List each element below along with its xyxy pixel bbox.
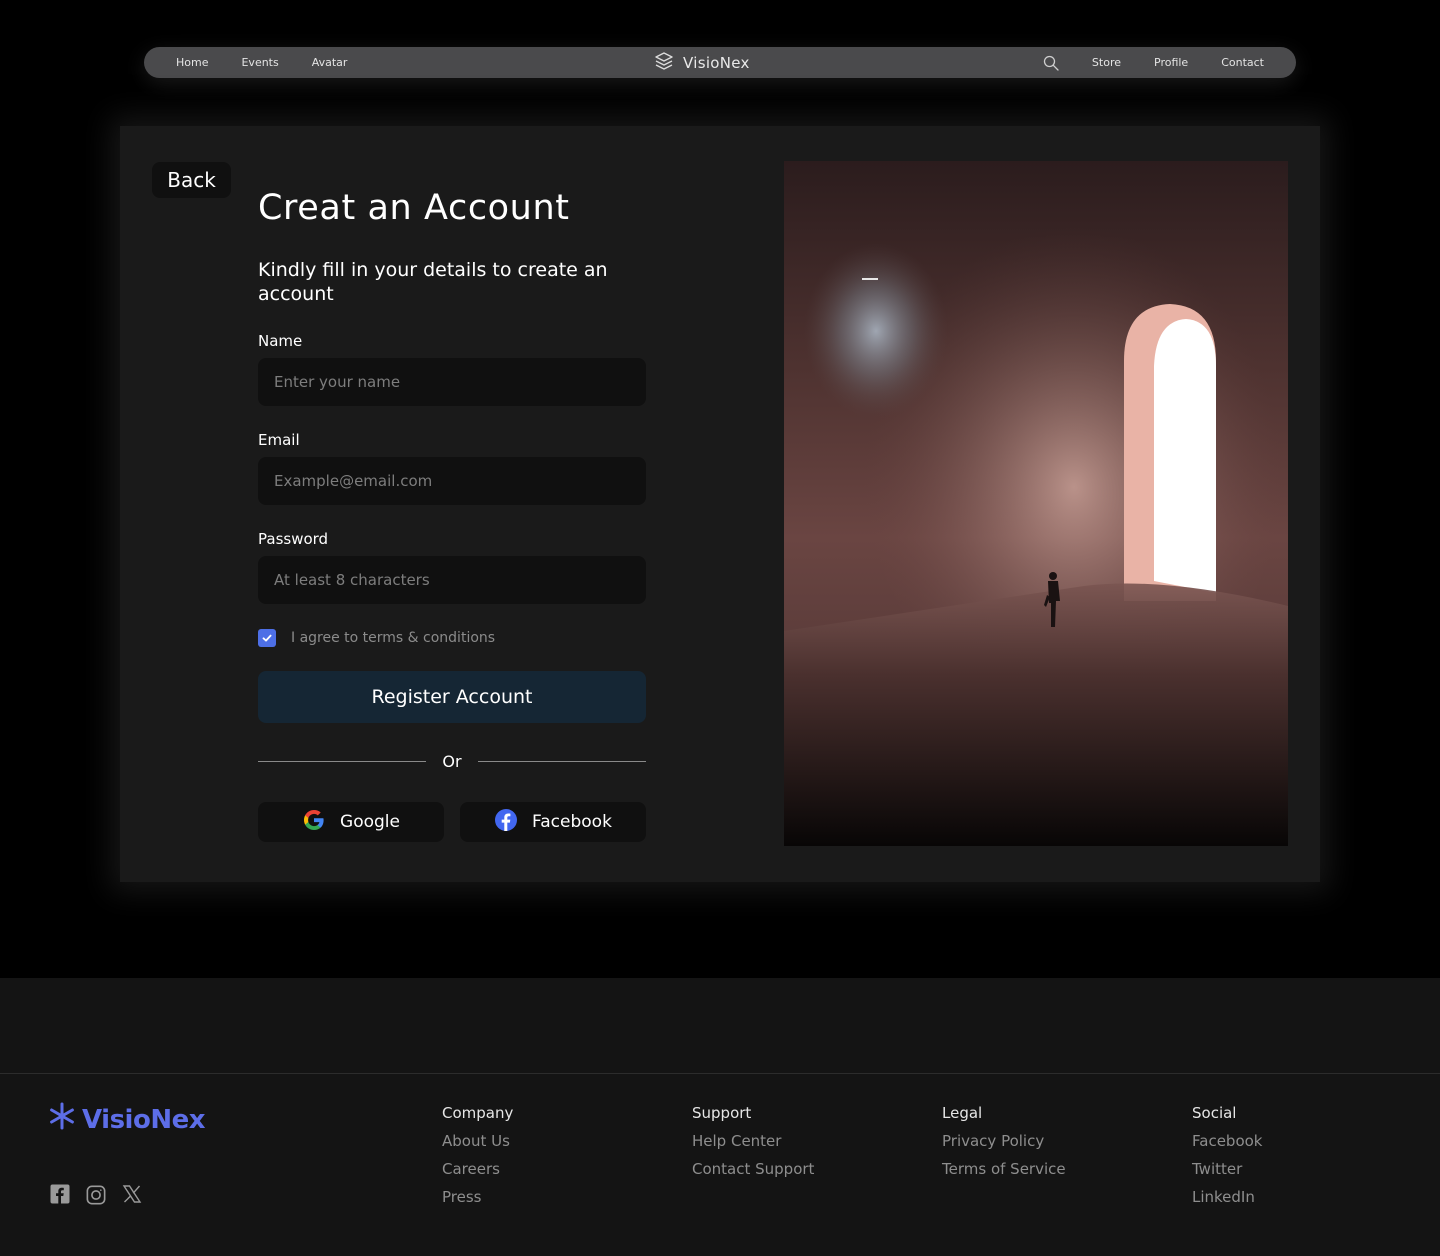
footer-link-linkedin[interactable]: LinkedIn <box>1192 1187 1262 1207</box>
footer-link-twitter[interactable]: Twitter <box>1192 1159 1262 1179</box>
signup-card: Back Creat an Account Kindly fill in you… <box>120 126 1320 882</box>
footer-link-help-center[interactable]: Help Center <box>692 1131 814 1151</box>
facebook-icon[interactable] <box>50 1184 70 1204</box>
page-subtitle: Kindly fill in your details to create an… <box>258 259 608 305</box>
signup-form: Creat an Account Kindly fill in your det… <box>258 186 688 842</box>
nav-link-contact[interactable]: Contact <box>1221 56 1264 69</box>
footer-logo[interactable]: VisioNex <box>48 1102 206 1137</box>
nav-link-store[interactable]: Store <box>1092 56 1121 69</box>
nav-link-profile[interactable]: Profile <box>1154 56 1188 69</box>
x-twitter-icon[interactable] <box>122 1184 142 1204</box>
footer-heading: Legal <box>942 1104 983 1122</box>
google-icon <box>302 808 326 837</box>
hero-illustration <box>784 161 1288 846</box>
checkmark-icon <box>262 634 272 642</box>
footer-link-privacy-policy[interactable]: Privacy Policy <box>942 1131 1066 1151</box>
footer-heading: Company <box>442 1104 514 1122</box>
back-button[interactable]: Back <box>152 162 231 198</box>
email-input[interactable] <box>258 457 646 505</box>
nav-link-home[interactable]: Home <box>176 56 208 69</box>
layers-logo-icon <box>654 51 674 75</box>
footer-link-press[interactable]: Press <box>442 1187 513 1207</box>
instagram-icon[interactable] <box>86 1184 106 1205</box>
nav-link-avatar[interactable]: Avatar <box>312 56 348 69</box>
top-nav: Home Events Avatar VisioNex Store Profil… <box>144 47 1296 78</box>
register-account-button[interactable]: Register Account <box>258 671 646 723</box>
page-title: Creat an Account <box>258 188 570 228</box>
footer-col-company: Company About Us Careers Press <box>442 1103 513 1207</box>
password-label: Password <box>258 530 329 548</box>
name-input[interactable] <box>258 358 646 406</box>
terms-checkbox[interactable] <box>258 629 276 647</box>
facebook-label: Facebook <box>532 812 612 832</box>
or-label: Or <box>442 752 462 771</box>
footer-link-terms-of-service[interactable]: Terms of Service <box>942 1159 1066 1179</box>
name-label: Name <box>258 332 303 350</box>
footer-link-contact-support[interactable]: Contact Support <box>692 1159 814 1179</box>
nav-brand[interactable]: VisioNex <box>654 47 750 78</box>
footer-col-legal: Legal Privacy Policy Terms of Service <box>942 1103 1066 1179</box>
footer-link-about-us[interactable]: About Us <box>442 1131 513 1151</box>
google-login-button[interactable]: Google <box>258 802 444 842</box>
footer-divider <box>0 1073 1440 1074</box>
divider-line-left <box>258 761 427 762</box>
facebook-login-button[interactable]: Facebook <box>460 802 646 842</box>
nav-link-events[interactable]: Events <box>241 56 278 69</box>
footer-heading: Social <box>1192 1104 1237 1122</box>
sparkle-logo-icon <box>48 1102 76 1137</box>
footer-social-icons <box>50 1184 142 1205</box>
footer-brand-name: VisioNex <box>82 1104 206 1135</box>
site-footer: VisioNex Company About Us Careers Press … <box>0 978 1440 1256</box>
footer-link-facebook[interactable]: Facebook <box>1192 1131 1262 1151</box>
email-label: Email <box>258 431 300 449</box>
nav-brand-name: VisioNex <box>683 53 750 72</box>
nav-left-links: Home Events Avatar <box>176 47 347 78</box>
or-divider: Or <box>258 752 647 771</box>
terms-label: I agree to terms & conditions <box>291 630 496 646</box>
terms-row: I agree to terms & conditions <box>258 629 688 647</box>
footer-col-support: Support Help Center Contact Support <box>692 1103 814 1179</box>
facebook-icon <box>494 808 518 837</box>
footer-link-careers[interactable]: Careers <box>442 1159 513 1179</box>
nav-right-links: Store Profile Contact <box>1043 47 1264 78</box>
footer-col-social: Social Facebook Twitter LinkedIn <box>1192 1103 1262 1207</box>
social-login-row: Google Facebook <box>258 802 646 842</box>
search-icon[interactable] <box>1043 55 1059 71</box>
footer-heading: Support <box>692 1104 752 1122</box>
google-label: Google <box>340 812 400 832</box>
divider-line-right <box>477 761 647 762</box>
password-input[interactable] <box>258 556 646 604</box>
